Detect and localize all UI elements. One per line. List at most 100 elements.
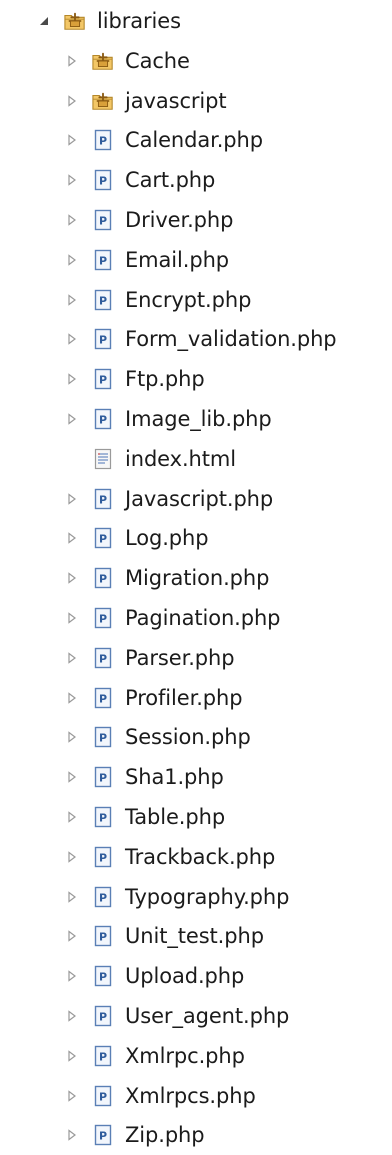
tree-item-migration-php[interactable]: P Migration.php: [64, 558, 269, 598]
collapsed-arrow-icon[interactable]: [64, 530, 80, 546]
collapsed-arrow-icon[interactable]: [64, 1127, 80, 1143]
expanded-arrow-icon[interactable]: [36, 13, 52, 29]
collapsed-arrow-icon[interactable]: [64, 570, 80, 586]
tree-item-label: Typography.php: [125, 884, 290, 909]
php-file-icon: P: [92, 368, 114, 390]
html-file-icon: [92, 448, 114, 470]
collapsed-arrow-icon[interactable]: [64, 53, 80, 69]
tree-item-parser-php[interactable]: P Parser.php: [64, 638, 235, 678]
tree-item-xmlrpcs-php[interactable]: P Xmlrpcs.php: [64, 1076, 256, 1116]
collapsed-arrow-icon[interactable]: [64, 729, 80, 745]
php-file-icon: P: [92, 567, 114, 589]
svg-text:P: P: [99, 414, 107, 427]
tree-item-sha1-php[interactable]: P Sha1.php: [64, 757, 224, 797]
tree-item-email-php[interactable]: P Email.php: [64, 240, 229, 280]
tree-item-label: Pagination.php: [125, 606, 281, 630]
collapsed-arrow-icon[interactable]: [64, 889, 80, 905]
tree-item-label: javascript: [125, 88, 227, 113]
tree-item-javascript[interactable]: javascript: [64, 81, 227, 121]
tree-item-label: libraries: [97, 9, 181, 33]
collapsed-arrow-icon[interactable]: [64, 1088, 80, 1104]
svg-text:P: P: [99, 1050, 107, 1063]
tree-item-trackback-php[interactable]: P Trackback.php: [64, 837, 275, 877]
collapsed-arrow-icon[interactable]: [64, 928, 80, 944]
collapsed-arrow-icon[interactable]: [64, 968, 80, 984]
tree-item-label: Upload.php: [125, 964, 245, 989]
collapsed-arrow-icon[interactable]: [64, 132, 80, 148]
collapsed-arrow-icon[interactable]: [64, 849, 80, 865]
tree-item-label: Table.php: [125, 805, 226, 829]
collapsed-arrow-icon[interactable]: [64, 491, 80, 507]
php-file-icon: P: [92, 328, 114, 350]
svg-text:P: P: [99, 573, 107, 586]
tree-item-upload-php[interactable]: P Upload.php: [64, 956, 244, 996]
svg-text:P: P: [99, 1130, 107, 1143]
tree-item-session-php[interactable]: P Session.php: [64, 717, 251, 757]
collapsed-arrow-icon[interactable]: [64, 172, 80, 188]
svg-text:P: P: [99, 851, 107, 864]
php-file-icon: P: [92, 527, 114, 549]
php-file-icon: P: [92, 1045, 114, 1067]
svg-text:P: P: [99, 215, 107, 228]
tree-item-user-agent-php[interactable]: P User_agent.php: [64, 996, 289, 1036]
collapsed-arrow-icon[interactable]: [64, 331, 80, 347]
tree-item-calendar-php[interactable]: P Calendar.php: [64, 120, 263, 160]
php-file-icon: P: [92, 766, 114, 788]
svg-text:P: P: [99, 732, 107, 745]
tree-item-unit-test-php[interactable]: P Unit_test.php: [64, 916, 264, 956]
php-file-icon: P: [92, 726, 114, 748]
svg-text:P: P: [99, 1011, 107, 1024]
collapsed-arrow-icon[interactable]: [64, 1008, 80, 1024]
tree-item-label: Migration.php: [125, 566, 270, 591]
svg-text:P: P: [99, 652, 107, 665]
tree-item-xmlrpc-php[interactable]: P Xmlrpc.php: [64, 1036, 245, 1076]
php-file-icon: P: [92, 925, 114, 947]
php-file-icon: P: [92, 1005, 114, 1027]
tree-item-cache[interactable]: Cache: [64, 41, 190, 81]
tree-item-label: Encrypt.php: [125, 287, 252, 312]
collapsed-arrow-icon[interactable]: [64, 610, 80, 626]
collapsed-arrow-icon[interactable]: [64, 1048, 80, 1064]
php-file-icon: P: [92, 289, 114, 311]
tree-item-label: Parser.php: [125, 645, 235, 670]
svg-text:P: P: [99, 294, 107, 307]
collapsed-arrow-icon[interactable]: [64, 809, 80, 825]
collapsed-arrow-icon[interactable]: [64, 411, 80, 427]
tree-item-zip-php[interactable]: P Zip.php: [64, 1115, 205, 1155]
svg-text:P: P: [99, 891, 107, 904]
collapsed-arrow-icon[interactable]: [64, 212, 80, 228]
collapsed-arrow-icon[interactable]: [64, 252, 80, 268]
tree-item-ftp-php[interactable]: P Ftp.php: [64, 359, 205, 399]
tree-item-label: Ftp.php: [125, 367, 205, 392]
php-file-icon: P: [92, 806, 114, 828]
collapsed-arrow-icon[interactable]: [64, 371, 80, 387]
php-file-icon: P: [92, 209, 114, 231]
tree-item-table-php[interactable]: P Table.php: [64, 797, 225, 837]
tree-item-label: Image_lib.php: [125, 407, 272, 431]
tree-item-typography-php[interactable]: P Typography.php: [64, 877, 289, 917]
tree-item-label: Form_validation.php: [125, 327, 337, 352]
collapsed-arrow-icon[interactable]: [64, 292, 80, 308]
tree-item-form-validation-php[interactable]: P Form_validation.php: [64, 319, 337, 359]
tree-item-encrypt-php[interactable]: P Encrypt.php: [64, 280, 251, 320]
tree-item-profiler-php[interactable]: P Profiler.php: [64, 678, 243, 718]
tree-item-driver-php[interactable]: P Driver.php: [64, 200, 233, 240]
tree-item-label: Session.php: [125, 725, 251, 750]
tree-item-label: Javascript.php: [125, 486, 274, 511]
collapsed-arrow-icon[interactable]: [64, 690, 80, 706]
tree-item-label: Calendar.php: [125, 128, 263, 153]
collapsed-arrow-icon[interactable]: [64, 650, 80, 666]
tree-folder-libraries[interactable]: libraries: [36, 1, 181, 41]
tree-item-label: Cart.php: [125, 168, 216, 193]
tree-item-cart-php[interactable]: P Cart.php: [64, 160, 215, 200]
tree-item-index-html[interactable]: index.html: [64, 439, 236, 479]
tree-item-javascript-php[interactable]: P Javascript.php: [64, 479, 273, 519]
tree-item-label: index.html: [125, 446, 236, 471]
svg-text:P: P: [99, 812, 107, 825]
collapsed-arrow-icon[interactable]: [64, 93, 80, 109]
tree-item-label: Profiler.php: [125, 685, 243, 710]
tree-item-image-lib-php[interactable]: P Image_lib.php: [64, 399, 272, 439]
collapsed-arrow-icon[interactable]: [64, 769, 80, 785]
tree-item-pagination-php[interactable]: P Pagination.php: [64, 598, 281, 638]
tree-item-log-php[interactable]: P Log.php: [64, 518, 209, 558]
